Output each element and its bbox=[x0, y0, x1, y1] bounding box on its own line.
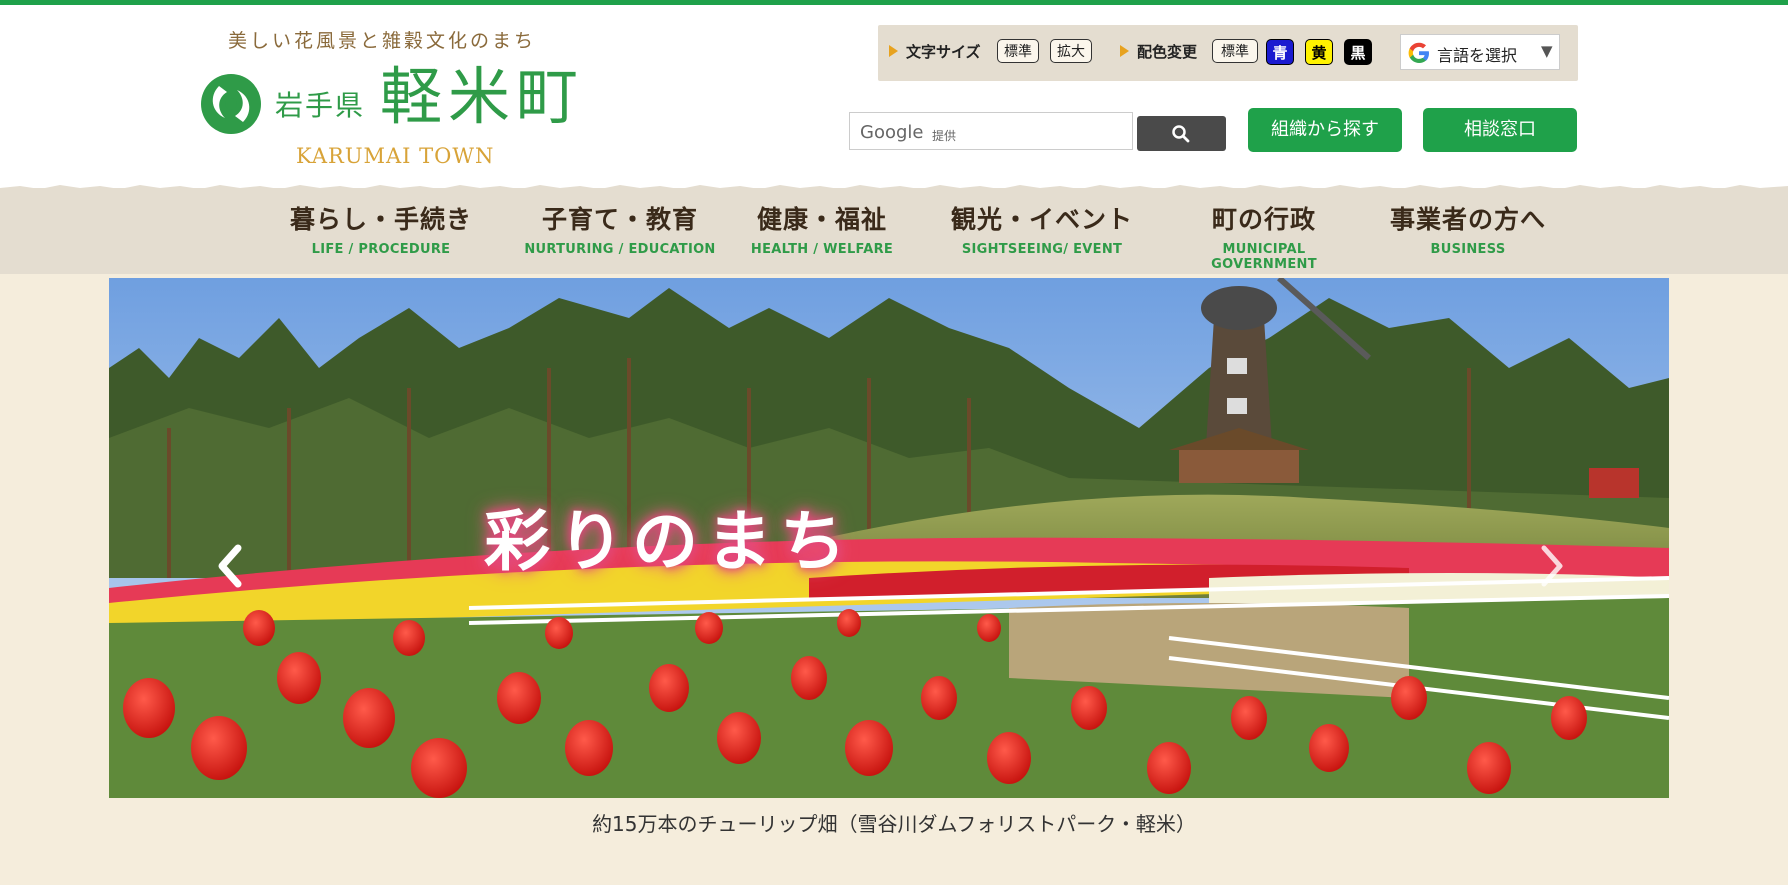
slider-prev-arrow-icon[interactable] bbox=[210, 536, 250, 596]
slider-next-arrow-icon[interactable] bbox=[1532, 536, 1572, 596]
color-black-button[interactable]: 黒 bbox=[1344, 39, 1372, 65]
nav-item-sublabel: NURTURING / EDUCATION bbox=[524, 242, 716, 257]
accessibility-toolbar: 文字サイズ 標準 拡大 配色変更 標準 青 黄 黒 言語を選択 ▼ bbox=[878, 25, 1578, 81]
town-name-logo[interactable]: 軽米町 bbox=[380, 66, 584, 128]
nav-item-label: 事業者の方へ bbox=[1389, 205, 1546, 234]
site-tagline: 美しい花風景と雑穀文化のまち bbox=[228, 30, 537, 52]
nav-item-government[interactable]: 町の行政 MUNICIPAL GOVERNMENT bbox=[1168, 200, 1360, 272]
find-by-organization-button[interactable]: 組織から探す bbox=[1248, 108, 1402, 152]
town-emblem-icon[interactable] bbox=[199, 72, 263, 136]
nav-item-sublabel: MUNICIPAL GOVERNMENT bbox=[1211, 242, 1317, 272]
color-blue-button[interactable]: 青 bbox=[1266, 39, 1294, 65]
nav-item-label: 観光・イベント bbox=[950, 205, 1133, 234]
search-icon bbox=[1172, 125, 1190, 143]
search-button[interactable] bbox=[1137, 116, 1226, 151]
nav-item-sightseeing[interactable]: 観光・イベント SIGHTSEEING/ EVENT bbox=[935, 200, 1149, 257]
chevron-down-icon: ▼ bbox=[1541, 42, 1553, 60]
text-size-bullet-icon bbox=[889, 45, 898, 57]
town-name-english: KARUMAI TOWN bbox=[296, 144, 495, 168]
nav-item-health[interactable]: 健康・福祉 HEALTH / WELFARE bbox=[738, 200, 906, 257]
consultation-button[interactable]: 相談窓口 bbox=[1423, 108, 1577, 152]
site-search-input[interactable]: Google 提供 bbox=[849, 112, 1133, 150]
nav-item-label: 暮らし・手続き bbox=[289, 205, 472, 234]
text-size-large-button[interactable]: 拡大 bbox=[1050, 39, 1092, 63]
prefecture-name: 岩手県 bbox=[275, 89, 366, 122]
nav-item-sublabel: LIFE / PROCEDURE bbox=[311, 242, 451, 257]
search-provided-text: 提供 bbox=[932, 129, 957, 143]
text-size-label: 文字サイズ bbox=[906, 43, 981, 61]
nav-item-sublabel: HEALTH / WELFARE bbox=[750, 242, 894, 257]
google-brand-text: Google bbox=[860, 122, 924, 143]
hero-slider[interactable]: 彩りのまち bbox=[109, 278, 1669, 798]
color-change-label: 配色変更 bbox=[1137, 43, 1198, 61]
nav-item-label: 子育て・教育 bbox=[541, 205, 698, 234]
nav-item-label: 町の行政 bbox=[1211, 205, 1316, 234]
color-yellow-button[interactable]: 黄 bbox=[1305, 39, 1333, 65]
color-standard-button[interactable]: 標準 bbox=[1212, 39, 1258, 63]
hero-title: 彩りのまち bbox=[484, 503, 854, 580]
google-g-icon bbox=[1408, 42, 1429, 63]
nav-item-sublabel: BUSINESS bbox=[1430, 242, 1506, 257]
nav-item-label: 健康・福祉 bbox=[756, 205, 887, 234]
text-size-standard-button[interactable]: 標準 bbox=[997, 39, 1039, 63]
nav-item-business[interactable]: 事業者の方へ BUSINESS bbox=[1378, 200, 1558, 257]
language-select[interactable]: 言語を選択 ▼ bbox=[1400, 34, 1560, 70]
nav-torn-edge bbox=[0, 185, 1788, 194]
hero-caption: 約15万本のチューリップ畑（雪谷川ダムフォリストパーク・軽米） bbox=[592, 812, 1196, 836]
nav-item-education[interactable]: 子育て・教育 NURTURING / EDUCATION bbox=[524, 200, 716, 257]
nav-item-sublabel: SIGHTSEEING/ EVENT bbox=[961, 242, 1123, 257]
language-select-label: 言語を選択 bbox=[1437, 46, 1518, 65]
nav-item-life[interactable]: 暮らし・手続き LIFE / PROCEDURE bbox=[268, 200, 494, 257]
color-change-bullet-icon bbox=[1120, 45, 1129, 57]
